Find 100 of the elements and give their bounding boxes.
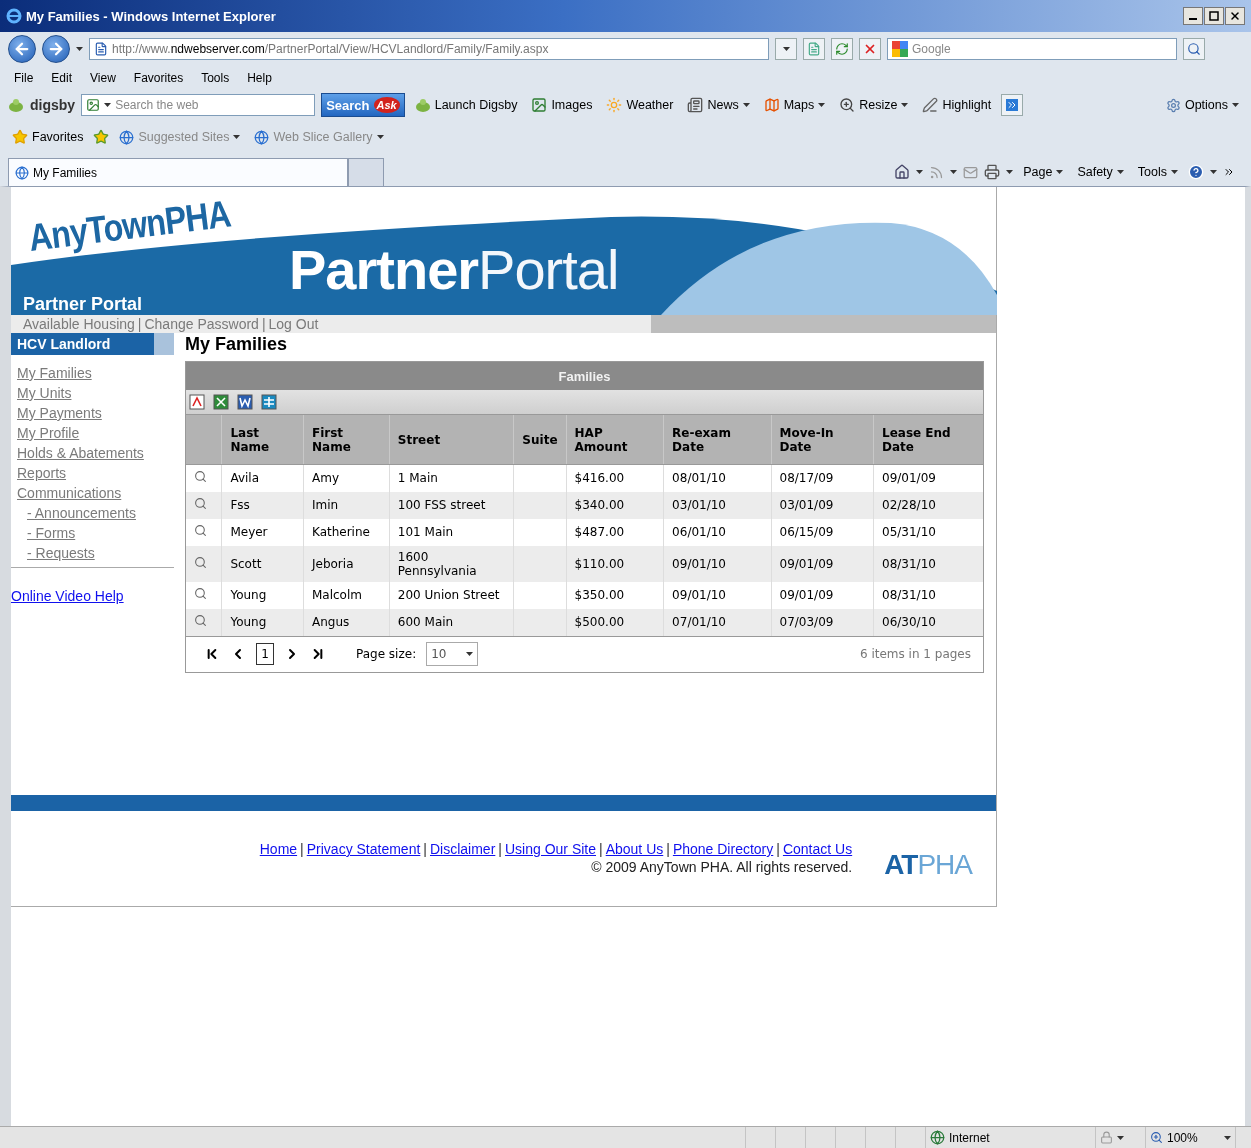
excel-export-icon[interactable] xyxy=(213,394,229,410)
search-icon[interactable] xyxy=(194,614,207,627)
footer-link[interactable]: Disclaimer xyxy=(430,841,496,857)
more-icon[interactable] xyxy=(1223,166,1235,178)
table-cell: 09/01/10 xyxy=(663,545,772,582)
menu-item[interactable]: Tools xyxy=(195,71,236,85)
sidebar-link[interactable]: My Units xyxy=(17,385,174,401)
csv-export-icon[interactable] xyxy=(261,394,277,410)
home-icon[interactable] xyxy=(894,164,911,180)
browser-tab[interactable]: My Families xyxy=(8,158,348,186)
sidebar-link[interactable]: Holds & Abatements xyxy=(17,445,174,461)
table-cell: $110.00 xyxy=(566,545,664,582)
add-favorite-icon[interactable] xyxy=(93,129,110,145)
toolbar-button[interactable]: Weather xyxy=(602,97,678,113)
caret-icon xyxy=(1117,1135,1124,1140)
refresh-button[interactable] xyxy=(831,38,853,60)
toolbar-button[interactable]: Highlight xyxy=(918,97,996,113)
table-cell: 1 Main xyxy=(389,464,514,492)
search-icon[interactable] xyxy=(194,497,207,510)
menu-item[interactable]: View xyxy=(84,71,122,85)
chevrons-icon xyxy=(1006,99,1019,111)
sidebar-link[interactable]: Reports xyxy=(17,465,174,481)
column-header[interactable]: HAP Amount xyxy=(566,414,664,465)
toolbar-button[interactable]: Images xyxy=(527,97,597,113)
minimize-button[interactable] xyxy=(1183,7,1203,25)
sidebar-link[interactable]: - Announcements xyxy=(27,505,174,521)
caret-icon xyxy=(782,47,790,51)
table-cell: 07/03/09 xyxy=(771,608,874,636)
search-icon[interactable] xyxy=(194,555,207,569)
page-heading: My Families xyxy=(185,333,289,355)
nav-link[interactable]: Change Password xyxy=(144,316,259,332)
forward-button[interactable] xyxy=(42,35,70,63)
column-header[interactable]: Last Name xyxy=(221,414,304,465)
menu-item[interactable]: Help xyxy=(241,71,278,85)
nav-link[interactable]: Log Out xyxy=(268,316,319,332)
search-field[interactable]: Google xyxy=(887,38,1177,60)
toolbar-button[interactable]: Resize xyxy=(835,97,913,113)
menu-item[interactable]: File xyxy=(8,71,40,85)
maximize-icon xyxy=(1209,11,1219,21)
table-cell: 100 FSS street xyxy=(389,491,514,519)
print-icon[interactable] xyxy=(984,164,1001,180)
menu-item[interactable]: Edit xyxy=(45,71,79,85)
table-cell: Malcolm xyxy=(303,581,390,609)
history-caret-icon xyxy=(76,47,83,51)
browser-logo-icon xyxy=(6,8,22,24)
command-button[interactable]: Safety xyxy=(1073,165,1128,179)
column-header[interactable]: Move-In Date xyxy=(771,414,874,465)
address-field[interactable]: http://www.ndwebserver.com/PartnerPortal/View/HCVLandlord/Family/Family.aspx xyxy=(89,38,769,60)
column-header[interactable]: Street xyxy=(389,414,514,465)
word-export-icon[interactable] xyxy=(237,394,253,410)
sidebar-link[interactable]: My Profile xyxy=(17,425,174,441)
toolbar-button[interactable]: Launch Digsby xyxy=(410,97,522,113)
page-size-select[interactable]: 10 xyxy=(426,642,479,666)
sidebar-link[interactable]: Communications xyxy=(17,485,174,501)
favorites-button[interactable]: Favorites xyxy=(8,129,88,145)
sidebar-link[interactable]: - Requests xyxy=(27,545,174,561)
nav-link[interactable]: Available Housing xyxy=(23,316,135,332)
caret-icon xyxy=(466,652,474,656)
command-button[interactable]: Page xyxy=(1019,165,1068,179)
sidebar-link[interactable]: - Forms xyxy=(27,525,174,541)
stop-button[interactable] xyxy=(859,38,881,60)
footer-link[interactable]: Contact Us xyxy=(782,841,853,857)
search-button[interactable]: Search Ask xyxy=(321,93,405,117)
help-link[interactable]: Online Video Help xyxy=(11,588,174,604)
options-button[interactable]: Options xyxy=(1161,97,1243,113)
pdf-export-icon[interactable] xyxy=(189,394,205,410)
caret-icon xyxy=(1232,103,1239,107)
footer-link[interactable]: Phone Directory xyxy=(672,841,774,857)
toolbar-button[interactable]: News xyxy=(683,97,754,113)
column-header[interactable]: Re-exam Date xyxy=(663,414,772,465)
menu-item[interactable]: Favorites xyxy=(127,71,190,85)
search-button[interactable] xyxy=(1183,38,1205,60)
search-icon[interactable] xyxy=(194,587,207,600)
command-button[interactable]: Tools xyxy=(1133,165,1182,179)
footer-link[interactable]: Privacy Statement xyxy=(306,841,421,857)
address-dropdown-button[interactable] xyxy=(775,38,797,60)
footer-link[interactable]: Home xyxy=(259,841,298,857)
close-button[interactable] xyxy=(1225,7,1245,25)
table-cell: 08/31/10 xyxy=(873,581,983,609)
refresh-icon xyxy=(835,42,849,56)
maximize-button[interactable] xyxy=(1204,7,1224,25)
table-cell: 02/28/10 xyxy=(873,491,983,519)
column-header[interactable]: Suite xyxy=(513,414,567,465)
column-header[interactable]: First Name xyxy=(303,414,390,465)
sidebar-link[interactable]: My Payments xyxy=(17,405,174,421)
table-cell: $350.00 xyxy=(566,581,664,609)
footer-link[interactable]: Using Our Site xyxy=(504,841,596,857)
search-icon[interactable] xyxy=(194,524,207,537)
help-icon[interactable] xyxy=(1188,164,1204,180)
zoom-control[interactable]: 100% xyxy=(1145,1127,1235,1148)
web-search-field[interactable]: Search the web xyxy=(81,94,316,116)
globe-icon xyxy=(15,165,29,180)
sidebar-link[interactable]: My Families xyxy=(17,365,174,381)
toolbar-button[interactable]: Maps xyxy=(759,97,830,113)
page-number[interactable]: 1 xyxy=(256,643,274,665)
column-header[interactable]: Lease End Date xyxy=(873,414,983,465)
more-button[interactable] xyxy=(1001,94,1024,116)
footer-link[interactable]: About Us xyxy=(605,841,664,857)
search-icon[interactable] xyxy=(194,470,207,484)
back-button[interactable] xyxy=(8,35,36,63)
